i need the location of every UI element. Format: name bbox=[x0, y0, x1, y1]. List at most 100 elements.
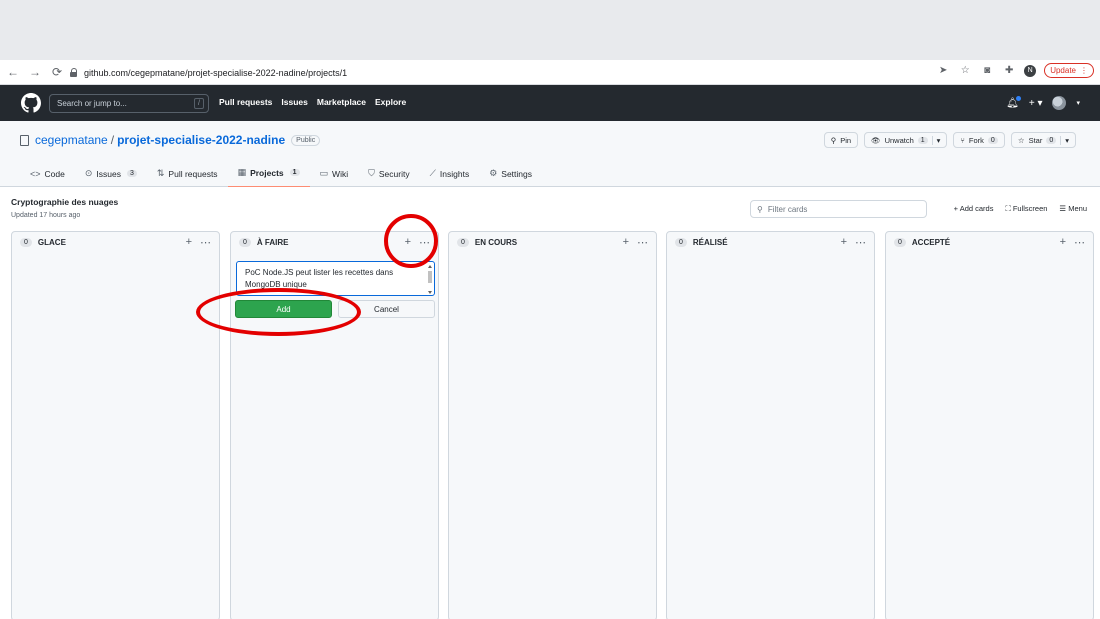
cancel-note-button[interactable]: Cancel bbox=[338, 300, 435, 318]
breadcrumb-separator: / bbox=[110, 133, 115, 147]
add-card-plus-icon[interactable]: + bbox=[405, 236, 411, 249]
chevron-down-icon: ▾ bbox=[931, 135, 940, 145]
fullscreen-icon: ⛶ bbox=[1005, 204, 1013, 213]
column-menu-icon[interactable]: ⋯ bbox=[419, 236, 430, 249]
column-en-cours: 0 EN COURS + ⋯ bbox=[448, 231, 657, 619]
notification-bell-icon[interactable]: 🔔︎ bbox=[1006, 95, 1021, 109]
note-textarea[interactable]: PoC Node.JS peut lister les recettes dan… bbox=[236, 261, 435, 296]
nav-issues[interactable]: Issues bbox=[281, 97, 307, 107]
visibility-badge: Public bbox=[291, 134, 321, 146]
tab-insights[interactable]: ⟋ Insights bbox=[420, 163, 480, 188]
browser-update-button[interactable]: Update ⋮ bbox=[1044, 63, 1094, 78]
add-card-plus-icon[interactable]: + bbox=[841, 236, 847, 249]
camera-icon[interactable]: ◙ bbox=[980, 64, 994, 78]
repository-header: cegepmatane / projet-specialise-2022-nad… bbox=[0, 121, 1100, 188]
star-button[interactable]: ☆ Star 0 ▾ bbox=[1010, 132, 1076, 148]
tab-issues[interactable]: ⊙ Issues 3 bbox=[75, 163, 147, 188]
add-note-button[interactable]: Add bbox=[235, 300, 332, 318]
add-card-plus-icon[interactable]: + bbox=[623, 236, 629, 249]
tab-code[interactable]: <> Code bbox=[20, 163, 75, 188]
bookmark-star-icon[interactable]: ☆ bbox=[958, 64, 972, 78]
project-updated-time: Updated 17 hours ago bbox=[11, 212, 81, 219]
unwatch-button[interactable]: 👁︎ Unwatch 1 ▾ bbox=[864, 132, 948, 148]
note-text: PoC Node.JS peut lister les recettes dan… bbox=[245, 268, 394, 289]
column-accepte: 0 ACCEPTÉ + ⋯ bbox=[885, 231, 1094, 619]
fork-count: 0 bbox=[987, 136, 998, 144]
column-menu-icon[interactable]: ⋯ bbox=[855, 236, 866, 249]
gear-icon: ⚙ bbox=[489, 168, 498, 178]
repo-name-link[interactable]: projet-specialise-2022-nadine bbox=[117, 133, 285, 147]
add-cards-button[interactable]: + Add cards bbox=[954, 204, 994, 214]
add-card-plus-icon[interactable]: + bbox=[1060, 236, 1066, 249]
nav-pull-requests[interactable]: Pull requests bbox=[219, 97, 272, 107]
add-cards-label: Add cards bbox=[959, 204, 994, 213]
hamburger-icon: ☰ bbox=[1059, 204, 1069, 213]
column-a-faire: 0 À FAIRE + ⋯ PoC Node.JS peut lister les … bbox=[230, 231, 439, 619]
fork-label: Fork bbox=[968, 135, 984, 145]
star-count: 0 bbox=[1046, 136, 1057, 144]
repo-icon bbox=[20, 134, 29, 146]
nav-explore[interactable]: Explore bbox=[375, 97, 406, 107]
column-name: EN COURS bbox=[474, 238, 518, 247]
github-header: Search or jump to... / Pull requests Iss… bbox=[0, 85, 1100, 121]
tab-security[interactable]: ⛉ Security bbox=[358, 163, 419, 188]
github-logo-icon[interactable] bbox=[21, 93, 41, 113]
project-board: Cryptographie des nuages Updated 17 hour… bbox=[0, 187, 1100, 619]
repo-owner-link[interactable]: cegepmatane bbox=[35, 133, 108, 147]
nav-marketplace[interactable]: Marketplace bbox=[317, 97, 366, 107]
tab-wiki[interactable]: ▭ Wiki bbox=[310, 163, 359, 188]
star-icon: ☆ bbox=[1017, 135, 1025, 145]
column-glace: 0 GLACE + ⋯ bbox=[11, 231, 220, 619]
create-new-plus-icon[interactable]: + ▾ bbox=[1029, 98, 1043, 109]
reload-icon[interactable]: ⟳ bbox=[48, 63, 66, 81]
menu-button[interactable]: ☰ Menu bbox=[1059, 204, 1087, 214]
pull-request-icon: ⇅ bbox=[156, 168, 165, 178]
textarea-scrollbar[interactable] bbox=[427, 264, 433, 295]
repo-breadcrumb: cegepmatane / projet-specialise-2022-nad… bbox=[20, 133, 321, 147]
global-search-input[interactable]: Search or jump to... / bbox=[49, 94, 209, 113]
address-url: github.com/cegepmatane/projet-specialise… bbox=[84, 67, 348, 78]
slash-shortcut-key: / bbox=[194, 98, 204, 109]
watch-count: 1 bbox=[917, 136, 928, 144]
pin-label: Pin bbox=[840, 135, 852, 145]
avatar-caret-icon[interactable]: ▾ bbox=[1076, 99, 1080, 107]
projects-count: 1 bbox=[289, 169, 300, 176]
fullscreen-button[interactable]: ⛶ Fullscreen bbox=[1005, 204, 1047, 214]
fork-icon: ⑂ bbox=[960, 135, 965, 145]
add-card-plus-icon[interactable]: + bbox=[186, 236, 192, 249]
column-menu-icon[interactable]: ⋯ bbox=[200, 236, 211, 249]
fork-button[interactable]: ⑂ Fork 0 bbox=[953, 132, 1005, 148]
search-placeholder: Search or jump to... bbox=[57, 99, 127, 108]
back-arrow-icon[interactable]: ← bbox=[4, 63, 22, 81]
issue-icon: ⊙ bbox=[84, 168, 93, 178]
project-icon: ▦ bbox=[237, 167, 247, 177]
browser-toolbar: ← → ⟳ github.com/cegepmatane/projet-spec… bbox=[0, 60, 1100, 85]
extensions-icon[interactable]: ✚ bbox=[1002, 64, 1016, 78]
tab-label: Code bbox=[44, 168, 65, 179]
tab-label: Security bbox=[378, 168, 410, 179]
column-menu-icon[interactable]: ⋯ bbox=[1074, 236, 1085, 249]
search-icon: ⚲ bbox=[757, 204, 763, 214]
user-avatar[interactable] bbox=[1052, 96, 1067, 110]
column-name: À FAIRE bbox=[256, 238, 289, 247]
tab-label: Projects bbox=[250, 167, 284, 178]
pin-icon: ⚲ bbox=[830, 135, 837, 145]
column-realise: 0 RÉALISÉ + ⋯ bbox=[666, 231, 875, 619]
pin-button[interactable]: ⚲ Pin bbox=[823, 132, 859, 148]
forward-arrow-icon[interactable]: → bbox=[26, 63, 44, 81]
tab-label: Settings bbox=[501, 168, 532, 179]
filter-cards-input[interactable]: ⚲ Filter cards bbox=[750, 200, 927, 218]
fullscreen-label: Fullscreen bbox=[1012, 204, 1048, 213]
update-label: Update bbox=[1050, 66, 1076, 75]
tab-settings[interactable]: ⚙ Settings bbox=[479, 163, 542, 188]
column-card-count: 0 bbox=[20, 238, 32, 247]
column-menu-icon[interactable]: ⋯ bbox=[637, 236, 648, 249]
column-card-count: 0 bbox=[894, 238, 906, 247]
send-icon[interactable]: ➤ bbox=[936, 64, 950, 78]
tab-pull-requests[interactable]: ⇅ Pull requests bbox=[147, 163, 228, 188]
tab-label: Wiki bbox=[332, 168, 349, 179]
browser-profile-avatar[interactable]: N bbox=[1024, 64, 1037, 77]
tab-projects[interactable]: ▦ Projects 1 bbox=[227, 163, 310, 188]
project-title: Cryptographie des nuages bbox=[11, 197, 119, 207]
address-bar[interactable]: github.com/cegepmatane/projet-specialise… bbox=[70, 64, 940, 81]
